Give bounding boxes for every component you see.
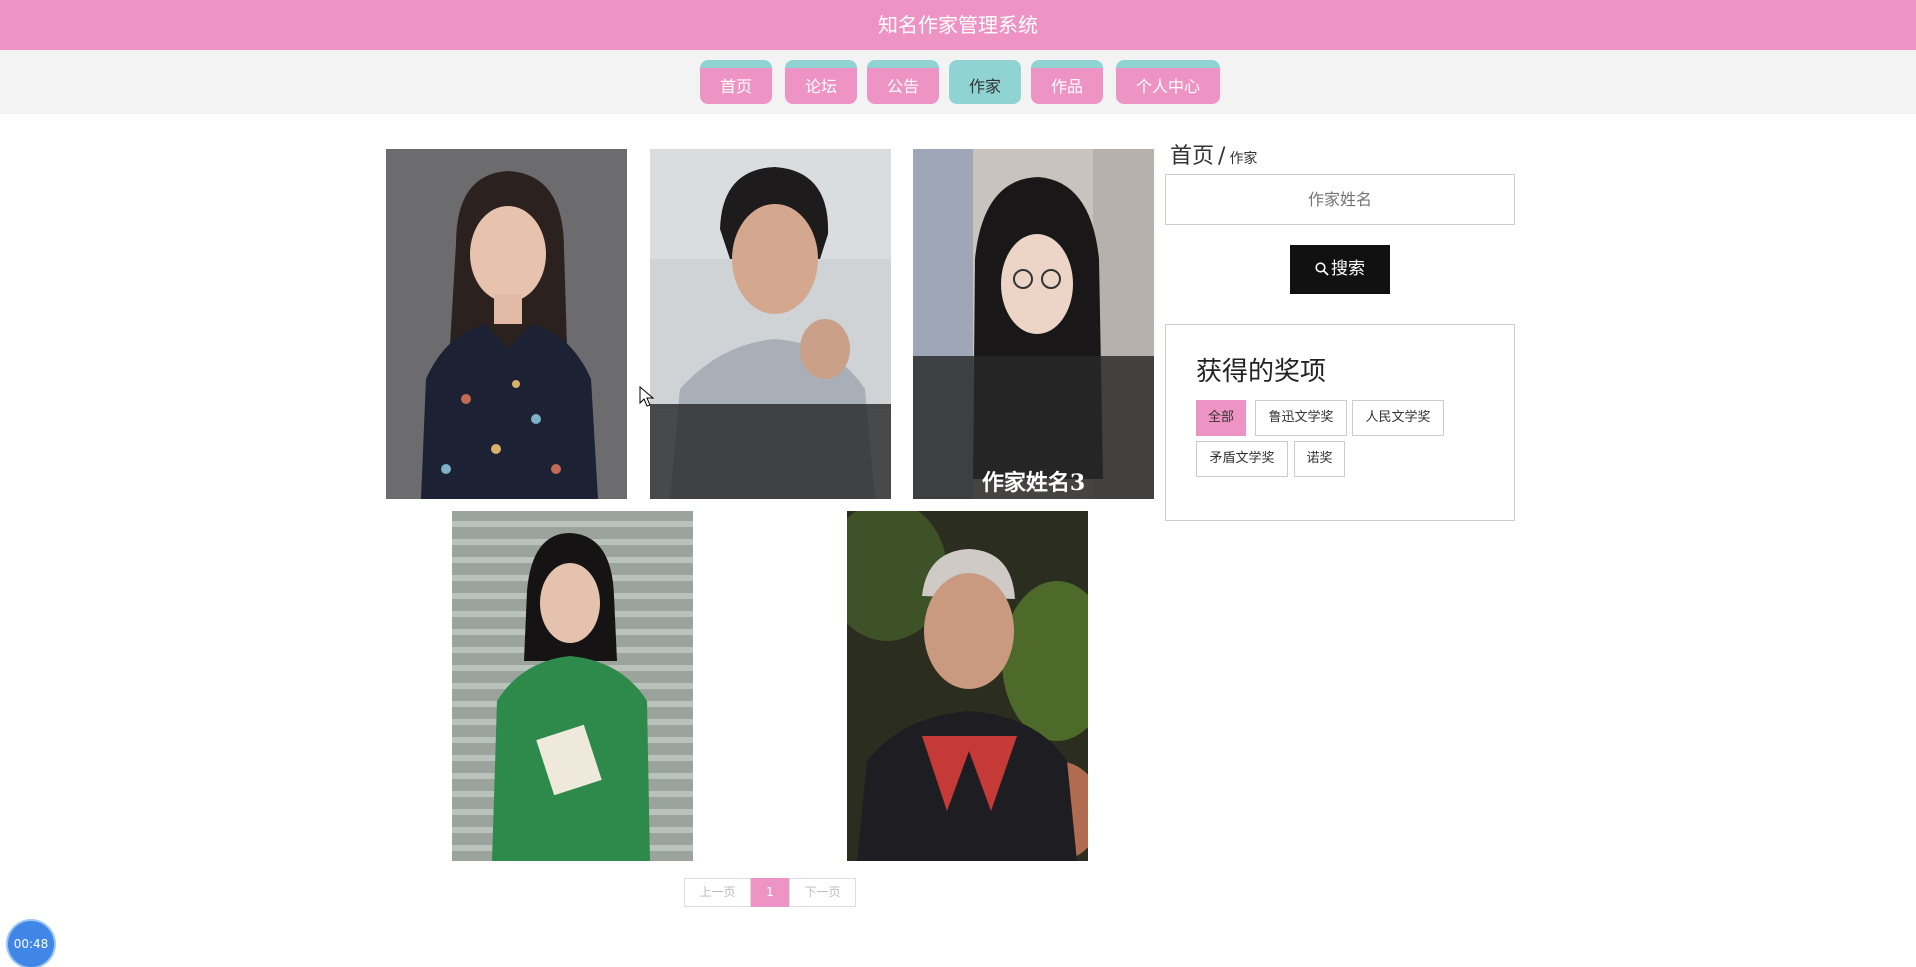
writer-card[interactable]	[386, 149, 627, 499]
awards-filter-panel: 获得的奖项 全部 鲁迅文学奖 人民文学奖 矛盾文学奖 诺奖	[1165, 324, 1515, 521]
writer-photo	[847, 511, 1088, 861]
nav-works[interactable]: 作品	[1031, 60, 1103, 104]
award-tag-nobel[interactable]: 诺奖	[1294, 441, 1345, 477]
search-button-label: 搜索	[1331, 259, 1365, 279]
writer-card[interactable]	[650, 149, 891, 499]
writer-card[interactable]	[847, 511, 1088, 861]
award-tag-luxun[interactable]: 鲁迅文学奖	[1255, 400, 1347, 436]
nav-home[interactable]: 首页	[700, 60, 772, 104]
award-tag-all[interactable]: 全部	[1196, 400, 1246, 436]
nav-notice[interactable]: 公告	[867, 60, 939, 104]
mouse-cursor-icon	[639, 386, 655, 407]
search-input[interactable]	[1165, 174, 1515, 225]
page-number[interactable]: 1	[751, 878, 789, 907]
timer-badge[interactable]: 00:48	[8, 921, 54, 967]
app-title-bar: 知名作家管理系统	[0, 0, 1916, 50]
awards-title: 获得的奖项	[1196, 357, 1327, 387]
breadcrumb-current: 作家	[1229, 151, 1258, 167]
main-nav: 首页 论坛 公告 作家 作品 个人中心	[0, 50, 1916, 114]
prev-page-button[interactable]: 上一页	[684, 878, 751, 907]
writer-photo	[452, 511, 693, 861]
breadcrumb-separator: /	[1218, 144, 1226, 169]
search-button[interactable]: 搜索	[1290, 245, 1390, 294]
award-tag-renmin[interactable]: 人民文学奖	[1352, 400, 1444, 436]
writer-photo	[386, 149, 627, 499]
writer-card[interactable]: 作家姓名3	[913, 149, 1154, 499]
nav-writers[interactable]: 作家	[949, 60, 1021, 104]
breadcrumb-home[interactable]: 首页	[1170, 144, 1214, 169]
nav-forum[interactable]: 论坛	[785, 60, 857, 104]
nav-profile[interactable]: 个人中心	[1116, 60, 1220, 104]
breadcrumb: 首页 / 作家	[1170, 138, 1257, 170]
writer-card[interactable]	[452, 511, 693, 861]
writer-overlay	[650, 404, 891, 499]
next-page-button[interactable]: 下一页	[789, 878, 856, 907]
writer-name: 作家姓名3	[981, 470, 1086, 496]
award-tag-maodun[interactable]: 矛盾文学奖	[1196, 441, 1288, 477]
app-title: 知名作家管理系统	[878, 13, 1038, 37]
search-icon	[1315, 262, 1329, 276]
